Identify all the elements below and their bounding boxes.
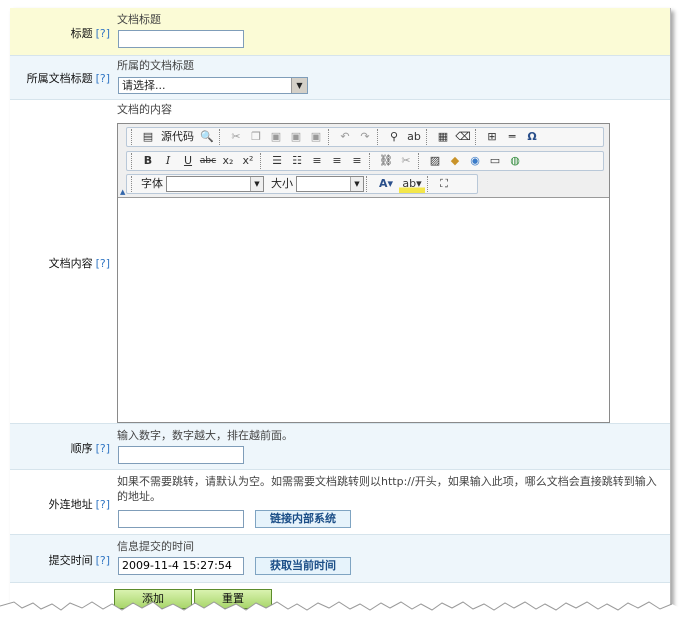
toolbar-separator bbox=[260, 153, 265, 169]
unordered-list-icon[interactable]: ☷ bbox=[287, 152, 307, 170]
toolbar-separator bbox=[328, 129, 333, 145]
title-label: 标题 [?] bbox=[70, 27, 110, 40]
toolbar-separator bbox=[427, 176, 432, 192]
globe-icon[interactable]: ◍ bbox=[505, 152, 525, 170]
document-label: 所属文档标题 [?] bbox=[26, 72, 110, 85]
link-hint: 如果不需要跳转，请默认为空。如需需要文档跳转则以http://开头，如果输入此项… bbox=[117, 475, 657, 503]
underline-icon[interactable]: U bbox=[178, 152, 198, 170]
toolbar-grip bbox=[131, 176, 136, 192]
time-hint: 信息提交的时间 bbox=[117, 540, 194, 553]
chevron-down-icon[interactable]: ▼ bbox=[291, 78, 307, 93]
subscript-icon[interactable]: x₂ bbox=[218, 152, 238, 170]
chevron-down-icon[interactable]: ▼ bbox=[250, 177, 263, 191]
torn-edge bbox=[0, 601, 695, 634]
order-label: 顺序 [?] bbox=[70, 442, 110, 455]
replace-icon[interactable]: ab bbox=[404, 128, 424, 146]
document-hint: 所属的文档标题 bbox=[117, 59, 194, 72]
horizontal-rule-icon[interactable]: ═ bbox=[502, 128, 522, 146]
title-row: 标题 [?] 文档标题 bbox=[10, 8, 670, 56]
toolbar-row-1: ▤ 源代码 🔍 ✂ ❐ ▣ ▣ ▣ ↶ ↷ ⚲ ab ▦ ⌫ ⊞ ═ Ω bbox=[126, 127, 604, 147]
source-button[interactable]: 源代码 bbox=[158, 128, 197, 146]
font-family-combo[interactable]: ▼ bbox=[166, 176, 264, 192]
remove-format-icon[interactable]: ⌫ bbox=[453, 128, 473, 146]
order-hint: 输入数字，数字越大，排在越前面。 bbox=[117, 429, 293, 442]
copy-icon[interactable]: ❐ bbox=[246, 128, 266, 146]
font-size-combo[interactable]: ▼ bbox=[296, 176, 364, 192]
flash-icon[interactable]: ◆ bbox=[445, 152, 465, 170]
article-form: 标题 [?] 文档标题 所属文档标题 [?] 所属的文档标题 请选择... ▼ 文档… bbox=[10, 8, 671, 614]
image-icon[interactable]: ▨ bbox=[425, 152, 445, 170]
superscript-icon[interactable]: x² bbox=[238, 152, 258, 170]
ordered-list-icon[interactable]: ☰ bbox=[267, 152, 287, 170]
link-input[interactable] bbox=[118, 510, 244, 528]
document-row: 所属文档标题 [?] 所属的文档标题 bbox=[10, 56, 670, 100]
chevron-down-icon[interactable]: ▼ bbox=[350, 177, 363, 191]
collapse-toolbar-icon[interactable]: ▲ bbox=[120, 188, 125, 196]
get-current-time-button[interactable]: 获取当前时间 bbox=[255, 557, 351, 575]
content-label: 文档内容 [?] bbox=[48, 257, 110, 270]
order-input[interactable] bbox=[118, 446, 244, 464]
link-internal-button[interactable]: 链接内部系统 bbox=[255, 510, 351, 528]
align-right-icon[interactable]: ≡ bbox=[347, 152, 367, 170]
order-row: 顺序 [?] 输入数字，数字越大，排在越前面。 bbox=[10, 424, 670, 470]
iframe-icon[interactable]: ▭ bbox=[485, 152, 505, 170]
time-row: 提交时间 [?] 信息提交的时间 2009-11-4 15:27:54 获取当前时… bbox=[10, 535, 670, 583]
size-label: 大小 bbox=[271, 177, 293, 190]
bold-icon[interactable]: B bbox=[138, 152, 158, 170]
title-help-link[interactable]: [?] bbox=[96, 27, 110, 40]
table-icon[interactable]: ⊞ bbox=[482, 128, 502, 146]
paste-word-icon[interactable]: ▣ bbox=[306, 128, 326, 146]
title-input[interactable] bbox=[118, 30, 244, 48]
toolbar-separator bbox=[366, 176, 371, 192]
paste-text-icon[interactable]: ▣ bbox=[286, 128, 306, 146]
content-help-link[interactable]: [?] bbox=[96, 257, 110, 270]
source-icon[interactable]: ▤ bbox=[138, 128, 158, 146]
special-char-icon[interactable]: Ω bbox=[522, 128, 542, 146]
toolbar-separator bbox=[219, 129, 224, 145]
toolbar-grip bbox=[131, 129, 136, 145]
media-icon[interactable]: ◉ bbox=[465, 152, 485, 170]
find-icon[interactable]: ⚲ bbox=[384, 128, 404, 146]
select-all-icon[interactable]: ▦ bbox=[433, 128, 453, 146]
align-left-icon[interactable]: ≡ bbox=[307, 152, 327, 170]
document-help-link[interactable]: [?] bbox=[96, 72, 110, 85]
preview-icon[interactable]: 🔍 bbox=[197, 128, 217, 146]
editor-toolbar: ▤ 源代码 🔍 ✂ ❐ ▣ ▣ ▣ ↶ ↷ ⚲ ab ▦ ⌫ ⊞ ═ Ω B I… bbox=[118, 124, 609, 198]
time-help-link[interactable]: [?] bbox=[96, 554, 110, 567]
document-select-value: 请选择... bbox=[122, 79, 166, 92]
italic-icon[interactable]: I bbox=[158, 152, 178, 170]
align-center-icon[interactable]: ≡ bbox=[327, 152, 347, 170]
title-hint: 文档标题 bbox=[117, 13, 161, 26]
toolbar-separator bbox=[418, 153, 423, 169]
bg-color-icon[interactable]: ab▾ bbox=[399, 175, 425, 193]
link-row: 外连地址 [?] 如果不需要跳转，请默认为空。如需需要文档跳转则以http://开… bbox=[10, 470, 670, 535]
editor-content-area[interactable] bbox=[118, 198, 609, 422]
toolbar-separator bbox=[426, 129, 431, 145]
content-hint: 文档的内容 bbox=[117, 103, 172, 116]
toolbar-grip bbox=[131, 153, 136, 169]
paste-icon[interactable]: ▣ bbox=[266, 128, 286, 146]
undo-icon[interactable]: ↶ bbox=[335, 128, 355, 146]
toolbar-row-2: B I U abc x₂ x² ☰ ☷ ≡ ≡ ≡ ⛓ ✂ ▨ ◆ ◉ ▭ ◍ bbox=[126, 151, 604, 171]
strikethrough-icon[interactable]: abc bbox=[198, 152, 218, 170]
time-label: 提交时间 [?] bbox=[48, 554, 110, 567]
cut-icon[interactable]: ✂ bbox=[226, 128, 246, 146]
document-select[interactable]: 请选择... ▼ bbox=[118, 77, 308, 94]
text-color-icon[interactable]: A▾ bbox=[373, 175, 399, 193]
toolbar-row-3: 字体 ▼ 大小 ▼ A▾ ab▾ ⛶ bbox=[126, 174, 478, 194]
toolbar-separator bbox=[475, 129, 480, 145]
maximize-icon[interactable]: ⛶ bbox=[434, 175, 454, 193]
redo-icon[interactable]: ↷ bbox=[355, 128, 375, 146]
toolbar-separator bbox=[377, 129, 382, 145]
order-help-link[interactable]: [?] bbox=[96, 442, 110, 455]
link-help-link[interactable]: [?] bbox=[96, 498, 110, 511]
unlink-icon[interactable]: ✂ bbox=[396, 152, 416, 170]
link-label: 外连地址 [?] bbox=[48, 498, 110, 511]
font-label: 字体 bbox=[141, 177, 163, 190]
rich-text-editor: ▤ 源代码 🔍 ✂ ❐ ▣ ▣ ▣ ↶ ↷ ⚲ ab ▦ ⌫ ⊞ ═ Ω B I… bbox=[117, 123, 610, 423]
time-input[interactable]: 2009-11-4 15:27:54 bbox=[118, 557, 244, 575]
link-icon[interactable]: ⛓ bbox=[376, 152, 396, 170]
toolbar-separator bbox=[369, 153, 374, 169]
